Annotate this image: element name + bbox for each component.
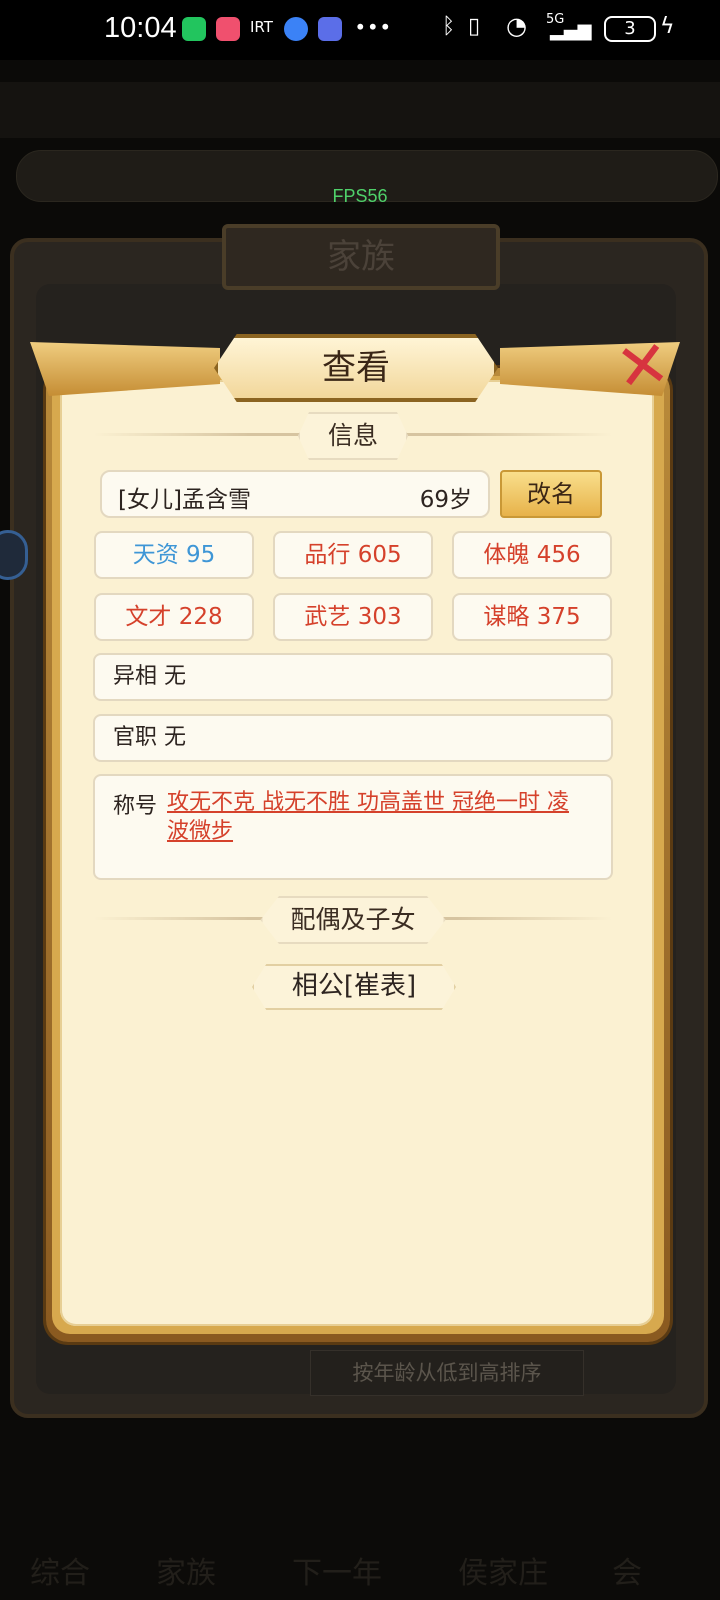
section-divider-family: 配偶及子女: [94, 896, 612, 944]
stat-martial: 武艺 303: [273, 593, 433, 641]
official-post-field: 官职 无: [93, 714, 613, 762]
honor-field: 称号 攻无不克 战无不胜 功高盖世 冠绝一时 凌波微步: [93, 774, 613, 880]
status-bar: 10:04 IRT ∙∙∙ ᛒ ▯ ◔ 5G ▂▄▆ 3 ϟ: [0, 0, 720, 60]
signal-icon: ▂▄▆: [550, 20, 592, 41]
fps-counter: FPS56: [332, 186, 388, 206]
character-age: 69岁: [419, 487, 472, 513]
tab-next-year[interactable]: 下一年: [292, 1548, 382, 1592]
stat-strategy: 谋略 375: [452, 593, 612, 641]
stat-talent: 天资 95: [94, 531, 254, 579]
character-name: [女儿]孟含雪: [118, 487, 251, 513]
tab-estate[interactable]: 侯家庄: [458, 1548, 548, 1592]
more-notifications-icon: ∙∙∙: [354, 14, 392, 38]
tab-more[interactable]: 会: [612, 1548, 642, 1592]
stat-literary: 文才 228: [94, 593, 254, 641]
small-app-label: IRT: [250, 18, 273, 36]
honor-label: 称号: [113, 794, 158, 819]
stat-physique: 体魄 456: [452, 531, 612, 579]
green-app-icon: [182, 17, 206, 41]
tab-family[interactable]: 家族: [156, 1548, 216, 1592]
pink-app-icon: [216, 17, 240, 41]
spouse-button[interactable]: 相公[崔表]: [252, 964, 456, 1010]
sort-button[interactable]: 按年龄从低到高排序: [310, 1350, 584, 1396]
dialog-title: 查看: [214, 334, 498, 402]
browser-icon: [284, 17, 308, 41]
bluetooth-icon: ᛒ: [442, 14, 456, 39]
close-icon[interactable]: ✕: [606, 327, 681, 408]
rename-button[interactable]: 改名: [500, 470, 602, 518]
vibrate-icon: ▯: [468, 14, 481, 39]
tab-general[interactable]: 综合: [30, 1548, 90, 1592]
name-field: [女儿]孟含雪 69岁: [100, 470, 490, 518]
background-panel-title: 家族: [222, 224, 500, 290]
stat-conduct: 品行 605: [273, 531, 433, 579]
appearance-field: 异相 无: [93, 653, 613, 701]
battery-icon: 3: [604, 16, 656, 42]
honor-value[interactable]: 攻无不克 战无不胜 功高盖世 冠绝一时 凌波微步: [167, 788, 587, 846]
background-header: [0, 82, 720, 138]
school-icon: [318, 17, 342, 41]
clock: 10:04: [104, 12, 177, 44]
section-title-family: 配偶及子女: [260, 896, 446, 944]
wifi-icon: ◔: [506, 12, 527, 40]
charging-icon: ϟ: [660, 14, 675, 39]
section-title-info: 信息: [297, 412, 409, 460]
section-divider-info: 信息: [94, 412, 612, 460]
